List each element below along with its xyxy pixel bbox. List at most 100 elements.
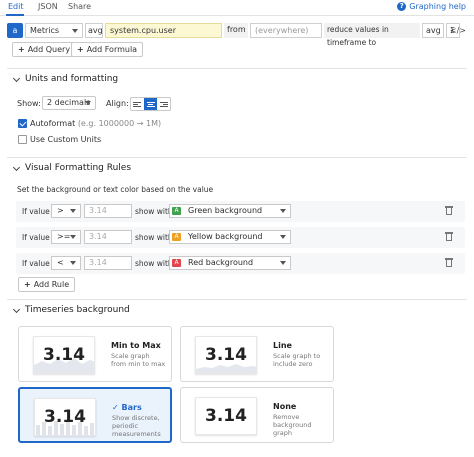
add-query-button[interactable]: + Add Query [12, 42, 77, 57]
align-right-button[interactable] [157, 98, 170, 110]
palette-select[interactable]: A Green background [169, 204, 291, 218]
add-query-label: Add Query [27, 45, 71, 54]
tab-edit[interactable]: Edit [8, 2, 24, 11]
chevron-down-icon [70, 209, 76, 213]
data-source-select[interactable]: Metrics [25, 23, 83, 38]
operator-value: < [57, 258, 64, 267]
autoformat-checkbox[interactable] [18, 119, 27, 128]
active-tab-indicator [6, 14, 24, 16]
plus-icon: + [18, 45, 25, 54]
option-title: ✓ Bars [112, 403, 142, 412]
tab-json[interactable]: JSON [38, 2, 58, 11]
palette-value: Yellow background [188, 232, 263, 241]
palette-select[interactable]: A Red background [169, 256, 291, 270]
bg-option-min-to-max[interactable]: 3.14 Min to Max Scale graph from min to … [18, 326, 172, 382]
metric-input[interactable]: system.cpu.user [105, 23, 222, 38]
show-with-label: show with [135, 259, 173, 268]
show-with-label: show with [135, 233, 173, 242]
show-with-label: show with [135, 207, 173, 216]
add-formula-button[interactable]: + Add Formula [71, 42, 144, 57]
color-swatch: A [172, 233, 181, 241]
show-label: Show: [17, 99, 41, 108]
chevron-down-icon [70, 261, 76, 265]
option-title: Line [273, 341, 292, 350]
data-source-value: Metrics [30, 26, 60, 35]
editor-tabs: Edit JSON Share ? Graphing help [0, 0, 474, 16]
threshold-input[interactable]: 3.14 [84, 256, 132, 270]
color-swatch: A [172, 207, 181, 215]
chevron-down-icon [70, 235, 76, 239]
tab-share[interactable]: Share [68, 2, 91, 11]
rules-section-header[interactable]: Visual Formatting Rules [7, 157, 467, 179]
palette-value: Green background [188, 206, 263, 215]
option-description: Show discrete, periodic measurements [112, 414, 161, 438]
option-description: Remove background graph [273, 413, 312, 437]
decimals-value: 2 decimals [47, 98, 91, 107]
help-icon: ? [397, 2, 407, 11]
chevron-down-icon [12, 74, 21, 83]
autoformat-label: Autoformat (e.g. 1000000 → 1M) [30, 119, 161, 128]
rule-row: If value is < 3.14 show with A Red backgr… [16, 253, 465, 274]
align-label: Align: [106, 99, 129, 108]
align-left-button[interactable] [131, 98, 144, 110]
trash-icon[interactable] [445, 232, 453, 241]
bg-option-none[interactable]: 3.14 None Remove background graph [180, 387, 334, 443]
preview-value: 3.14 [44, 407, 86, 427]
palette-select[interactable]: A Yellow background [169, 230, 291, 244]
autoformat-hint: (e.g. 1000000 → 1M) [77, 119, 162, 128]
code-icon[interactable]: </> [450, 26, 466, 35]
add-rule-label: Add Rule [33, 280, 70, 289]
graphing-help-label: Graphing help [409, 2, 466, 11]
align-center-button[interactable] [144, 98, 157, 110]
aggregator-select[interactable]: avg [85, 23, 103, 38]
rules-description: Set the background or text color based o… [17, 185, 214, 194]
reduce-select[interactable]: avg [422, 23, 444, 38]
query-badge: a [7, 23, 23, 38]
chevron-down-icon [280, 235, 286, 239]
chevron-down-icon [280, 209, 286, 213]
rules-section-title: Visual Formatting Rules [25, 163, 132, 173]
operator-select[interactable]: > [51, 204, 81, 218]
add-formula-label: Add Formula [86, 45, 138, 54]
graphing-help-link[interactable]: ? Graphing help [397, 2, 466, 11]
operator-value: >= [57, 232, 71, 241]
operator-select[interactable]: >= [51, 230, 81, 244]
chevron-down-icon [12, 305, 21, 314]
custom-units-checkbox[interactable] [18, 135, 27, 144]
preview-value: 3.14 [205, 345, 247, 365]
align-toggle-group [130, 97, 171, 111]
trash-icon[interactable] [445, 258, 453, 267]
plus-icon: + [24, 280, 31, 289]
chevron-down-icon [12, 163, 21, 172]
timeseries-section-title: Timeseries background [25, 305, 130, 315]
threshold-input[interactable]: 3.14 [84, 230, 132, 244]
check-icon: ✓ [112, 403, 122, 412]
preview-value: 3.14 [43, 345, 85, 365]
color-swatch: A [172, 259, 181, 267]
bg-option-bars[interactable]: 3.14 ✓ Bars Show discrete, periodic meas… [18, 387, 172, 443]
chevron-down-icon [280, 261, 286, 265]
preview-thumbnail: 3.14 [33, 336, 95, 374]
preview-thumbnail: 3.14 [195, 336, 257, 374]
option-title-text: Bars [121, 403, 142, 412]
operator-select[interactable]: < [51, 256, 81, 270]
operator-value: > [57, 206, 64, 215]
timeseries-section-header[interactable]: Timeseries background [7, 299, 467, 321]
plus-icon: + [77, 45, 84, 54]
bg-option-line[interactable]: 3.14 Line Scale graph to include zero [180, 326, 334, 382]
units-section-header[interactable]: Units and formatting [7, 68, 467, 90]
option-description: Scale graph to include zero [273, 352, 321, 368]
preview-thumbnail: 3.14 [34, 398, 96, 436]
from-label: from [224, 23, 248, 38]
rule-row: If value is >= 3.14 show with A Yellow ba… [16, 227, 465, 248]
trash-icon[interactable] [445, 206, 453, 215]
threshold-input[interactable]: 3.14 [84, 204, 132, 218]
scope-input[interactable]: (everywhere) [250, 23, 322, 38]
add-rule-button[interactable]: + Add Rule [18, 277, 76, 292]
decimals-select[interactable]: 2 decimals [42, 96, 96, 110]
option-title: None [273, 402, 297, 411]
chevron-down-icon [72, 29, 78, 33]
option-description: Scale graph from min to max [111, 352, 166, 368]
custom-units-label: Use Custom Units [30, 135, 102, 144]
preview-thumbnail: 3.14 [195, 397, 257, 435]
